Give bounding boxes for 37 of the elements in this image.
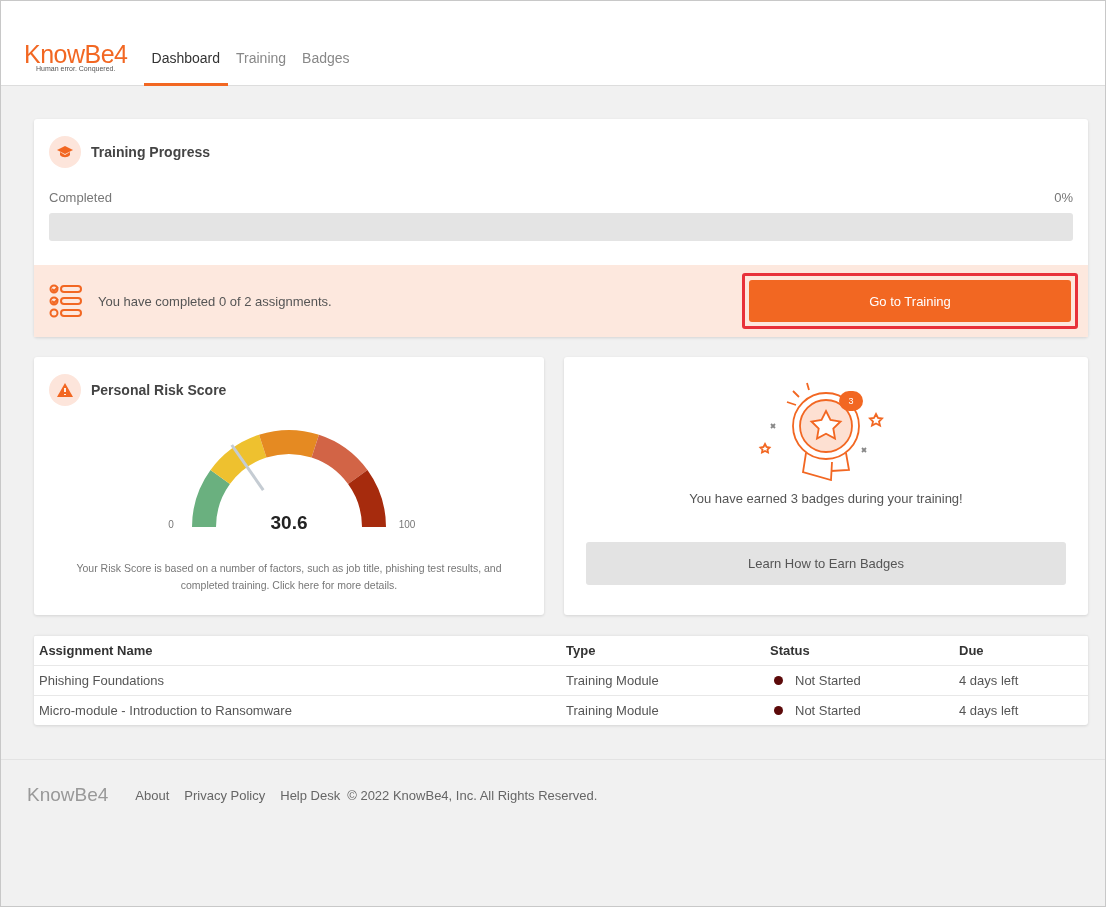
logo: KnowBe4 xyxy=(24,42,128,66)
progress-label: Completed xyxy=(49,190,112,205)
footer-link[interactable]: Privacy Policy xyxy=(184,787,266,803)
table-cell-text: 4 days left xyxy=(959,673,1020,688)
nav-tab[interactable]: Badges xyxy=(294,50,358,86)
footer-logo: KnowBe4 xyxy=(27,784,109,806)
column-header: Due xyxy=(959,643,985,658)
nav-tab[interactable]: Training xyxy=(228,50,295,86)
badge-count: 3 xyxy=(839,391,863,411)
go-to-training-button[interactable]: Go to Training xyxy=(749,280,1071,322)
badges-message: You have earned 3 badges during your training! xyxy=(689,491,963,506)
checklist-icon xyxy=(49,284,83,318)
progress-percent: 0% xyxy=(1054,190,1073,205)
footer-link[interactable]: About xyxy=(135,787,170,803)
nav-tab[interactable]: Dashboard xyxy=(143,50,229,86)
column-header: Status xyxy=(770,643,811,658)
status-text: Not Started xyxy=(795,703,861,718)
table-cell-text: 4 days left xyxy=(959,703,1020,718)
card-title: Training Progress xyxy=(91,144,211,160)
table-cell-text: Training Module xyxy=(566,673,660,688)
gauge-min-label: 0 xyxy=(167,519,175,530)
warning-icon xyxy=(49,374,81,406)
graduation-cap-icon xyxy=(49,136,81,168)
table-cell-text: Micro-module - Introduction to Ransomware xyxy=(39,703,293,718)
table-cell-text: Training Module xyxy=(566,703,660,718)
footer-link[interactable]: Help Desk xyxy=(280,787,341,803)
risk-score-value: 30.6 xyxy=(270,512,308,534)
card-title: Personal Risk Score xyxy=(91,382,227,398)
column-header: Type xyxy=(566,643,597,658)
gauge-max-label: 100 xyxy=(397,519,417,530)
status-text: Not Started xyxy=(795,673,861,688)
assignments-message: You have completed 0 of 2 assignments. xyxy=(98,293,333,309)
copyright-text: © 2022 KnowBe4, Inc. All Rights Reserved. xyxy=(347,787,598,803)
learn-badges-button[interactable]: Learn How to Earn Badges xyxy=(586,542,1066,585)
table-cell-text: Phishing Foundations xyxy=(39,673,166,688)
column-header: Assignment Name xyxy=(39,643,154,658)
risk-description: Your Risk Score is based on a number of factors, such as job title, phishing test results, and completed training. Click here for more details. xyxy=(75,561,503,593)
